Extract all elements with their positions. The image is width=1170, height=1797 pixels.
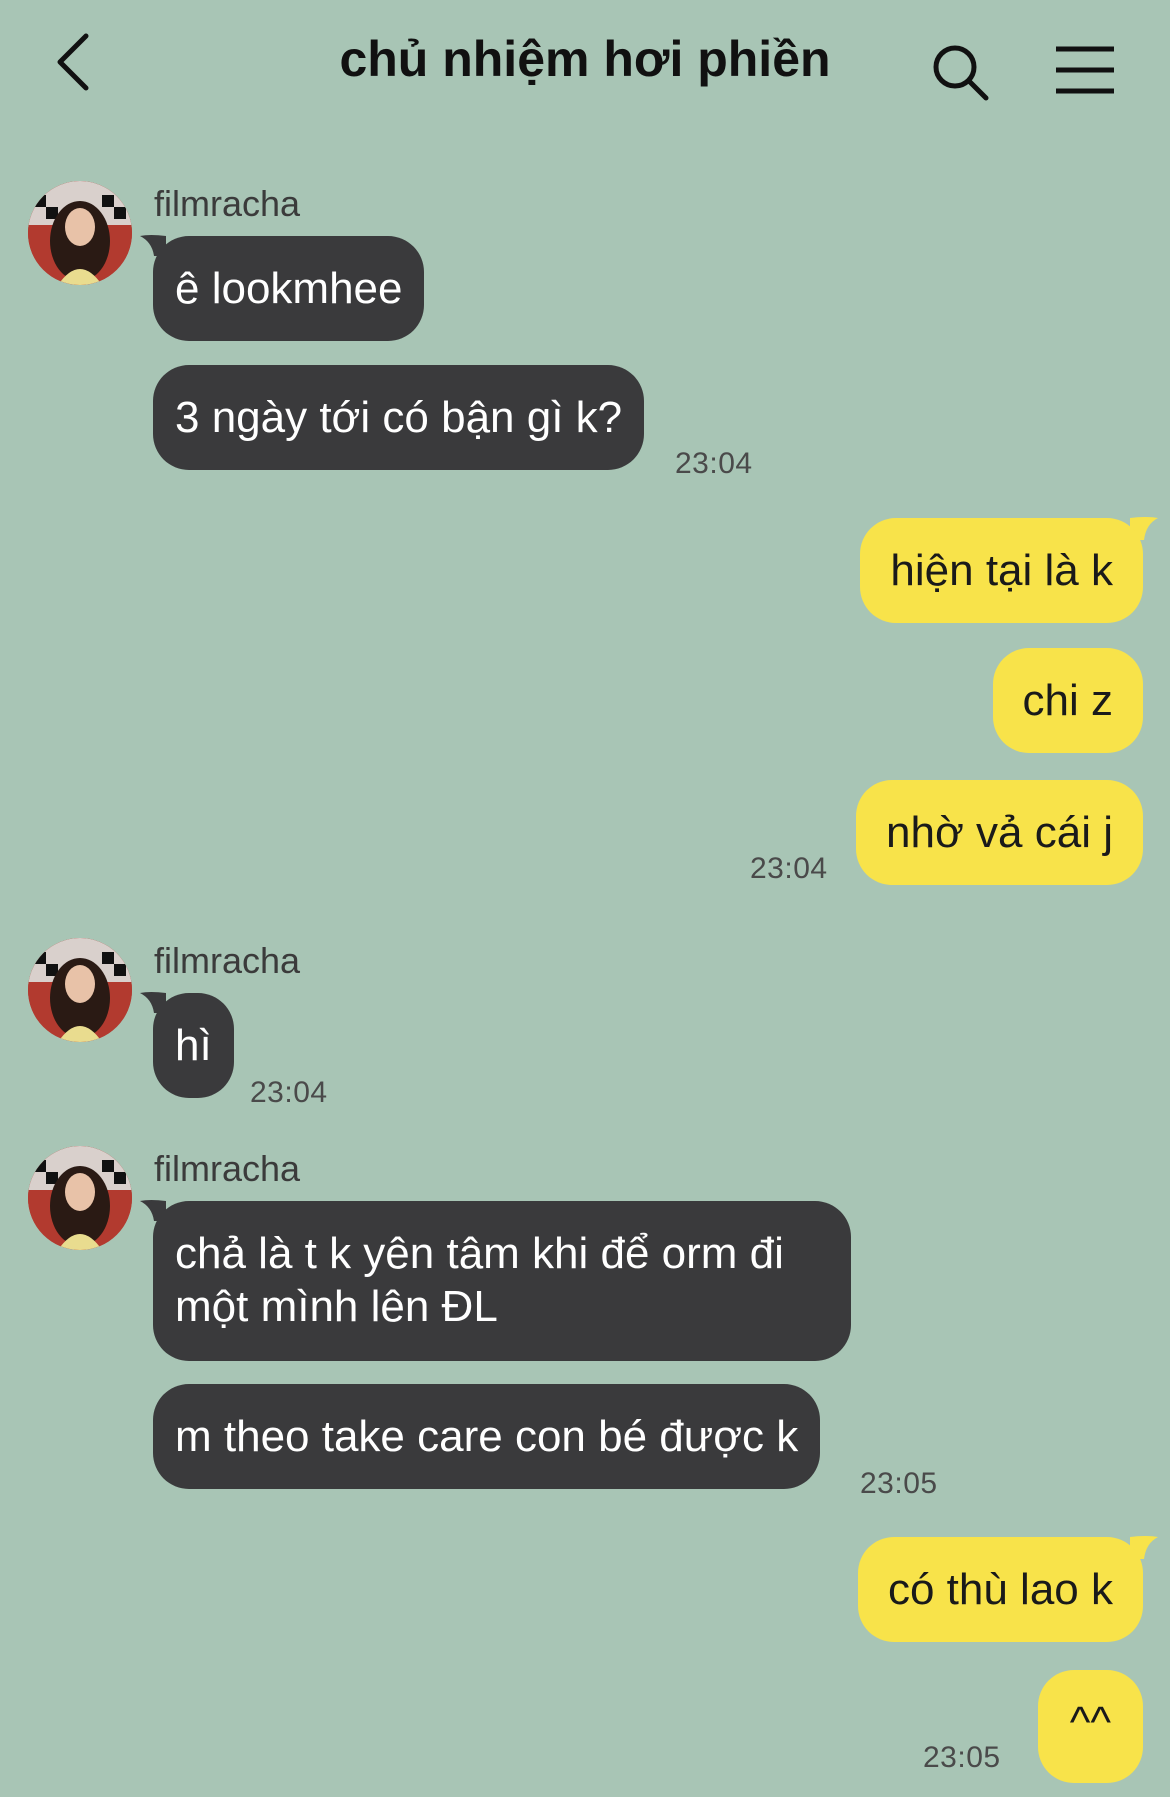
sender-name: filmracha xyxy=(154,940,301,981)
back-button[interactable] xyxy=(48,30,108,94)
message-bubble-incoming[interactable]: 3 ngày tới có bận gì k? xyxy=(153,365,645,470)
message-bubble-outgoing[interactable]: hiện tại là k xyxy=(860,518,1143,623)
message-timestamp: 23:04 xyxy=(250,1076,328,1109)
avatar[interactable] xyxy=(28,181,132,285)
chat-header: chủ nhiệm hơi phiền xyxy=(0,0,1170,150)
menu-button[interactable] xyxy=(1052,44,1118,96)
message-timestamp: 23:05 xyxy=(860,1467,938,1500)
message-bubble-outgoing[interactable]: chi z xyxy=(992,648,1143,753)
search-icon xyxy=(933,45,989,101)
message-bubble-incoming[interactable]: hì xyxy=(153,993,234,1098)
avatar-image xyxy=(28,181,132,285)
message-bubble-outgoing[interactable]: có thù lao k xyxy=(857,1537,1143,1642)
message-timestamp: 23:05 xyxy=(923,1741,1001,1774)
message-bubble-incoming[interactable]: m theo take care con bé được k xyxy=(153,1384,821,1489)
avatar-image xyxy=(28,1146,132,1250)
message-timestamp: 23:04 xyxy=(675,447,753,480)
message-bubble-outgoing[interactable]: ^^ xyxy=(1037,1670,1143,1783)
sender-name: filmracha xyxy=(154,183,301,224)
message-bubble-incoming[interactable]: ê lookmhee xyxy=(153,236,425,341)
avatar[interactable] xyxy=(28,1146,132,1250)
message-bubble-outgoing[interactable]: nhờ vả cái j xyxy=(856,780,1143,885)
chat-title: chủ nhiệm hơi phiền xyxy=(339,31,831,87)
sender-name: filmracha xyxy=(154,1148,301,1189)
chevron-left-icon xyxy=(57,33,89,91)
hamburger-menu-icon xyxy=(1056,46,1114,94)
search-button[interactable] xyxy=(930,42,992,104)
message-bubble-incoming[interactable]: chả là t k yên tâm khi để orm đi một mìn… xyxy=(153,1201,851,1361)
message-timestamp: 23:04 xyxy=(750,852,828,885)
avatar-image xyxy=(28,938,132,1042)
avatar[interactable] xyxy=(28,938,132,1042)
